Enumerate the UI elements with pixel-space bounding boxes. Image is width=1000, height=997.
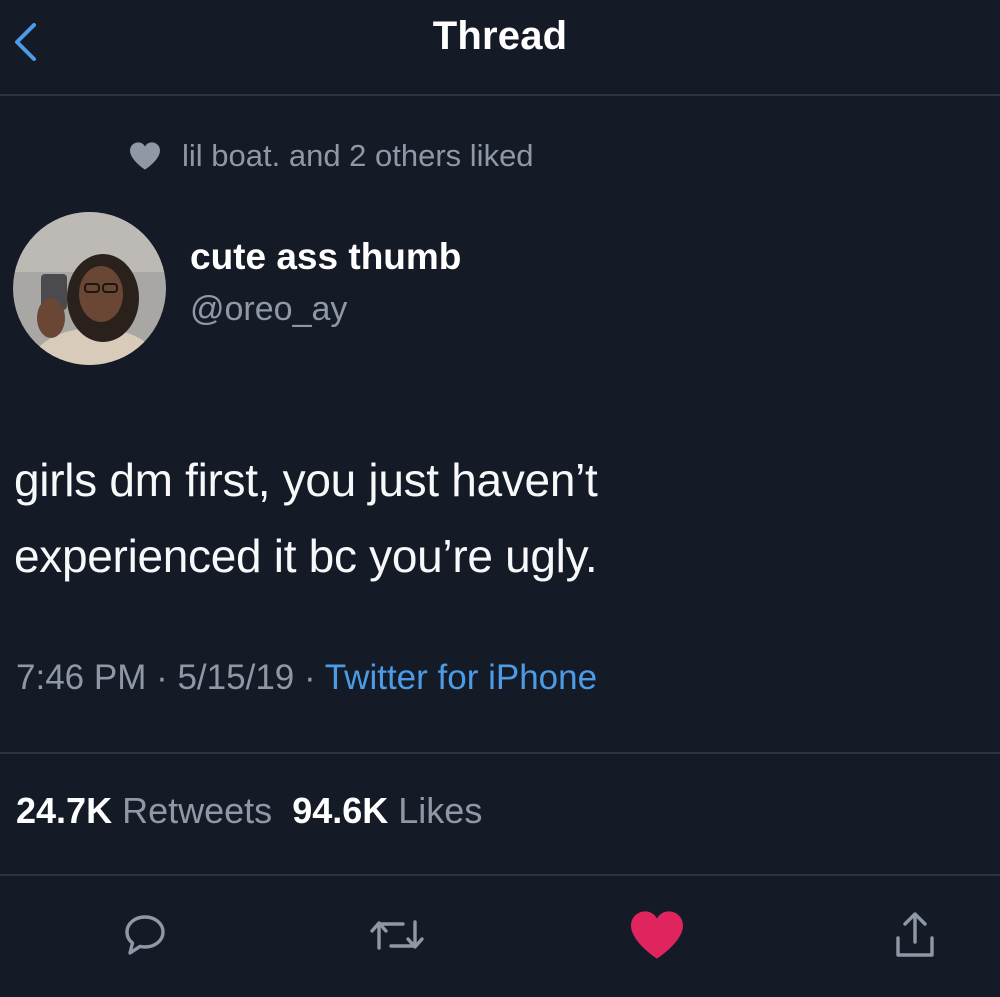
heart-icon: [130, 142, 160, 170]
tweet-metadata: 7:46 PM · 5/15/19 · Twitter for iPhone: [16, 658, 597, 708]
author-handle[interactable]: @oreo_ay: [190, 290, 461, 329]
social-context[interactable]: lil boat. and 2 others liked: [128, 136, 534, 176]
tweet-source-link[interactable]: Twitter for iPhone: [325, 658, 597, 697]
tweet-text-line: experienced it bc you’re ugly.: [14, 530, 598, 582]
likes-label: Likes: [398, 790, 483, 831]
tweet-date: 5/15/19: [177, 658, 295, 697]
reply-icon: [125, 915, 165, 955]
tweet-detail-screen: Thread lil boat. and 2 others liked cute…: [0, 0, 1000, 997]
share-button[interactable]: [880, 900, 950, 970]
tweet-time: 7:46 PM: [16, 658, 147, 697]
share-icon: [896, 912, 934, 957]
retweet-icon: [370, 920, 424, 950]
divider: [0, 752, 1000, 754]
likes-stat[interactable]: 94.6K Likes: [292, 790, 482, 831]
author-info: cute ass thumb @oreo_ay: [190, 236, 461, 329]
reply-button[interactable]: [110, 900, 180, 970]
like-button[interactable]: [622, 900, 692, 970]
retweets-count: 24.7K: [16, 790, 113, 831]
avatar[interactable]: [13, 212, 166, 365]
action-bar: [0, 900, 1000, 970]
divider: [0, 874, 1000, 876]
navigation-bar: Thread: [0, 0, 1000, 96]
heart-icon: [631, 911, 683, 959]
avatar-photo: [13, 212, 166, 365]
tweet-text: girls dm first, you just haven’t experie…: [14, 442, 964, 594]
retweets-stat[interactable]: 24.7K Retweets: [16, 790, 272, 831]
tweet-stats: 24.7K Retweets 94.6K Likes: [16, 790, 482, 840]
tweet-text-line: girls dm first, you just haven’t: [14, 454, 598, 506]
page-title: Thread: [432, 14, 568, 58]
likes-count: 94.6K: [292, 790, 389, 831]
social-context-text: lil boat. and 2 others liked: [182, 138, 534, 173]
author-display-name[interactable]: cute ass thumb: [190, 236, 461, 278]
retweet-button[interactable]: [362, 900, 432, 970]
meta-separator: ·: [294, 658, 325, 697]
meta-separator: ·: [146, 658, 178, 697]
retweets-label: Retweets: [122, 790, 273, 831]
